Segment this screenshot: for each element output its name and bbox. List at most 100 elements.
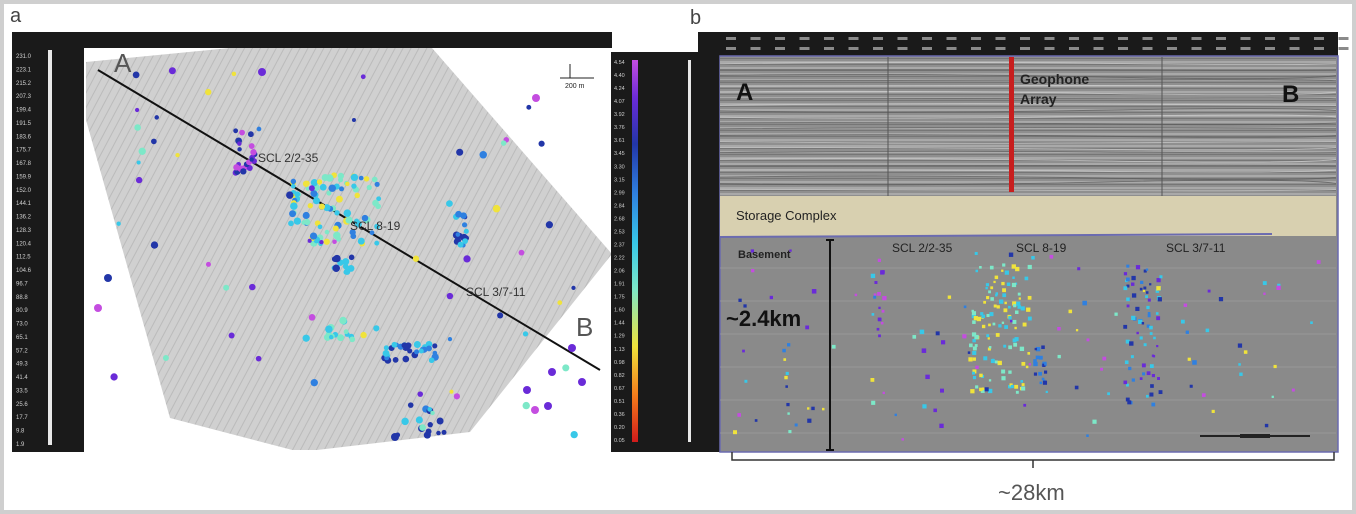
top-axis-mark [1314,47,1324,50]
event-dot [436,430,441,436]
event-dot [1001,281,1005,286]
event-dot [304,180,310,186]
event-dot [991,358,995,362]
top-axis-mark [1142,37,1153,40]
basement-label: Basement [738,249,791,261]
event-dot [1102,356,1107,361]
event-dot [972,371,975,375]
event-dot [228,332,235,339]
event-dot [912,335,917,339]
top-axis-mark [1338,47,1349,50]
event-dot [1038,371,1042,376]
event-dot [1135,265,1141,270]
profile-point-a: A [114,48,132,78]
colorbar-tick: 1.60 [614,308,625,314]
left-scale-tick: 88.8 [16,295,28,301]
colorbar-tick: 4.54 [614,60,625,66]
event-dot [1291,388,1295,392]
event-dot [1039,381,1043,385]
event-dot [425,428,432,435]
event-dot [374,181,380,187]
event-dot [1077,267,1081,271]
event-dot [1004,301,1007,305]
left-scale-tick: 96.7 [16,281,28,287]
event-dot [986,334,990,338]
event-dot [1010,319,1013,323]
event-dot [935,331,940,336]
event-dot [332,225,339,232]
event-dot [1142,289,1146,293]
colorbar-tick: 2.53 [614,229,625,235]
event-dot [987,337,990,340]
left-scale-tick: 104.6 [16,268,32,274]
left-scale-tick: 9.8 [16,429,25,435]
event-dot [1131,378,1135,382]
event-dot [807,407,810,410]
event-dot [873,295,877,299]
colorbar-tick: 3.61 [614,138,625,144]
event-dot [985,286,988,290]
top-axis-mark [775,37,785,40]
panel-a-colorbar-bar2 [688,60,691,442]
event-dot [1146,305,1150,310]
top-axis-mark [1118,47,1128,50]
event-dot [981,324,986,329]
event-dot [988,290,991,294]
event-dot [419,424,426,431]
event-dot [1038,355,1043,360]
event-dot [1128,366,1132,371]
event-dot [168,67,176,75]
event-dot [983,356,988,361]
event-dot [811,289,817,294]
event-dot [248,143,255,150]
endpoint-b: B [1282,81,1299,108]
panel-a-colorbar-panel [611,52,709,452]
event-dot [1086,338,1090,342]
event-dot [993,304,997,308]
colorbar-tick: 0.36 [614,412,625,418]
event-dot [518,249,525,256]
event-dot [360,331,367,339]
left-scale-tick: 152.0 [16,188,32,194]
event-dot [544,402,552,410]
colorbar-tick: 2.37 [614,242,625,248]
event-dot [205,88,212,96]
event-dot [986,313,990,318]
event-dot [988,379,992,382]
top-axis-mark [971,47,981,50]
event-dot [343,329,349,335]
colorbar-tick: 1.29 [614,334,625,340]
event-dot [1017,292,1021,296]
event-dot [1126,264,1130,268]
event-dot [286,191,294,199]
event-dot [784,375,788,380]
event-dot [1218,297,1224,302]
event-dot [289,210,297,218]
event-dot [1127,400,1132,405]
event-dot [441,429,447,435]
event-dot [974,334,979,340]
event-dot [1180,319,1185,324]
colorbar-tick: 1.91 [614,282,625,288]
well-label-a-2: SCL 8-19 [350,219,401,233]
event-dot [239,129,245,136]
event-dot [1114,312,1118,316]
event-dot [138,147,146,155]
event-dot [150,241,159,249]
event-dot [979,266,982,269]
event-dot [1237,343,1243,348]
event-dot [882,296,887,301]
event-dot [984,387,989,392]
event-dot [1021,383,1025,387]
event-dot [307,238,312,243]
event-dot [1092,419,1097,424]
event-dot [870,273,876,279]
event-dot [412,255,420,262]
event-dot [1001,321,1005,324]
event-dot [415,416,423,424]
event-dot [154,115,159,120]
event-dot [332,264,340,273]
event-dot [302,211,310,219]
event-dot [1008,305,1011,309]
event-dot [426,345,432,352]
